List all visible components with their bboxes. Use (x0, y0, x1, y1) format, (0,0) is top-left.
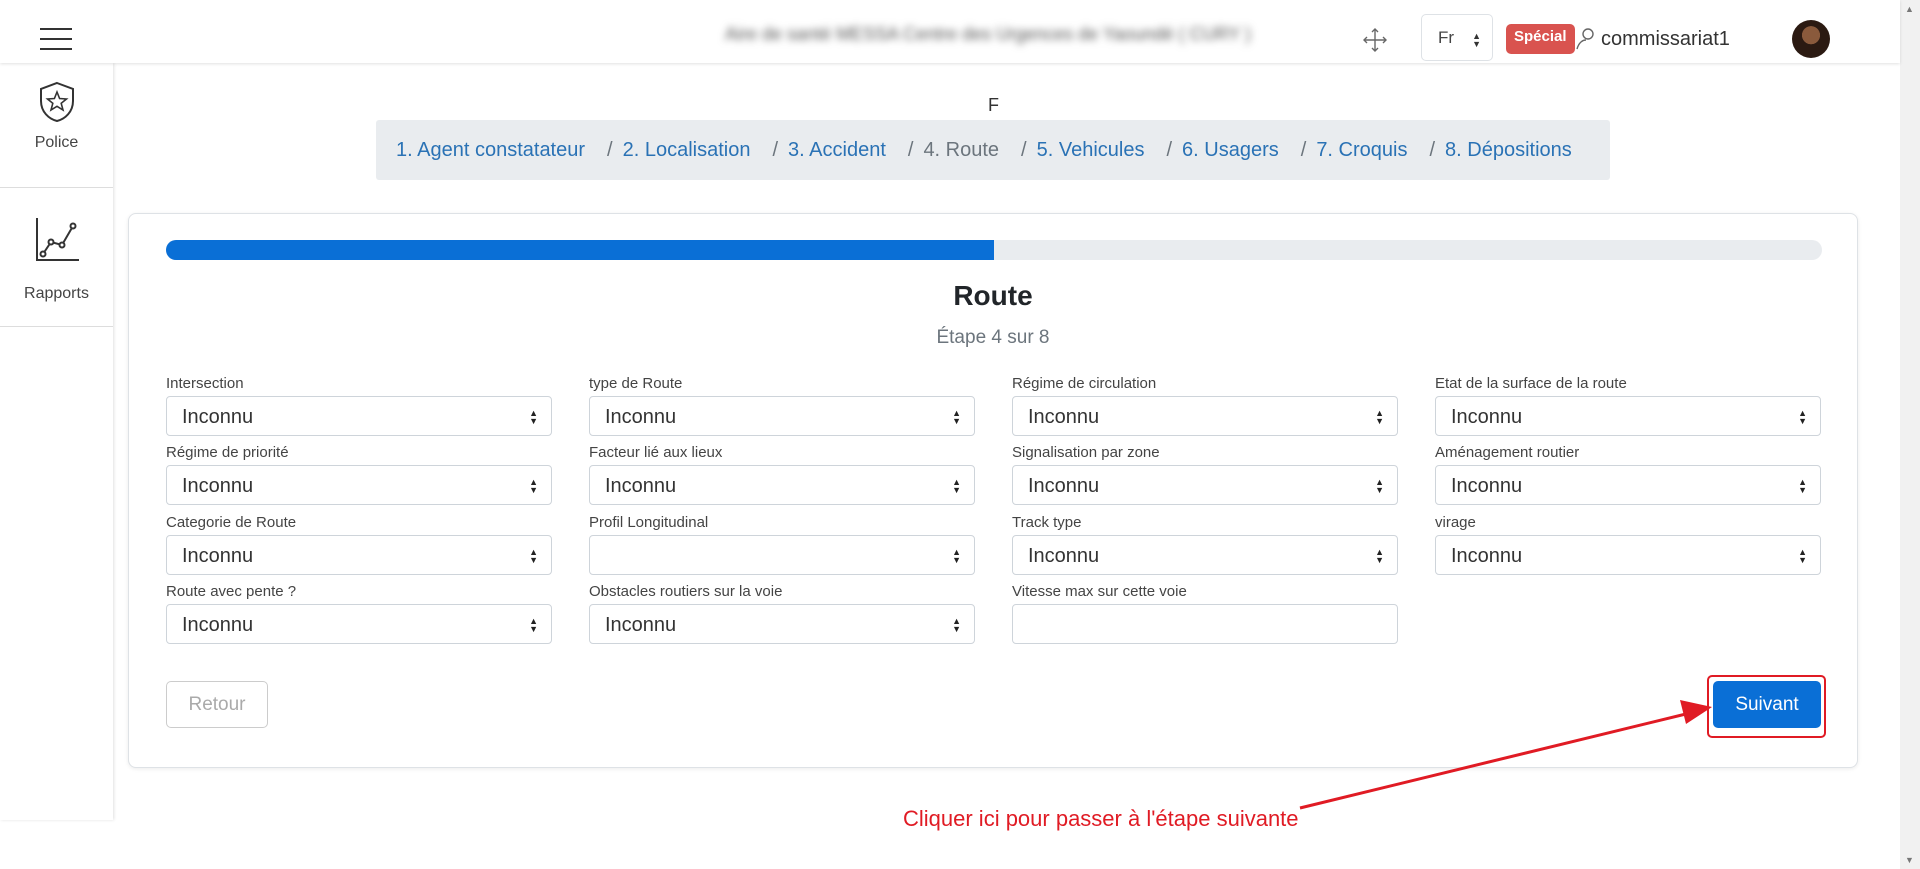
hamburger-menu-icon[interactable] (40, 28, 72, 50)
field-label: Signalisation par zone (1012, 444, 1160, 461)
select-arrows-icon: ▲ ▼ (529, 408, 538, 426)
line-chart-icon (36, 218, 79, 261)
field-facteur-lieux: Facteur lié aux lieux Inconnu ▲ ▼ (589, 444, 975, 505)
field-label: virage (1435, 514, 1476, 531)
police-badge-icon (40, 81, 74, 123)
select-arrows-icon: ▲ ▼ (1798, 547, 1807, 565)
field-virage: virage Inconnu ▲ ▼ (1435, 514, 1821, 575)
select-arrows-icon: ▲ ▼ (952, 408, 961, 426)
field-label: Régime de priorité (166, 444, 289, 461)
field-regime-de-priorite: Régime de priorité Inconnu ▲ ▼ (166, 444, 552, 505)
select-arrows-icon: ▲ ▼ (1375, 408, 1384, 426)
regime-de-priorite-select[interactable]: Inconnu ▲ ▼ (166, 465, 552, 505)
language-value: Fr (1438, 28, 1455, 47)
top-bar: Aire de santé MESSA Centre des Urgences … (0, 0, 1900, 63)
type-de-route-select[interactable]: Inconnu ▲ ▼ (589, 396, 975, 436)
field-profil-longitudinal: Profil Longitudinal ▲ ▼ (589, 514, 975, 575)
step-subtitle: Étape 4 sur 8 (936, 327, 1050, 348)
breadcrumb-step-6[interactable]: 6. Usagers (1182, 139, 1279, 162)
breadcrumb-step-4-current: 4. Route (923, 138, 1000, 161)
vitesse-max-input[interactable] (1012, 604, 1398, 644)
signalisation-zone-select[interactable]: Inconnu ▲ ▼ (1012, 465, 1398, 505)
field-label: Profil Longitudinal (589, 514, 709, 531)
select-arrows-icon: ▲ ▼ (529, 616, 538, 634)
select-arrows-icon: ▲ ▼ (952, 616, 961, 634)
scroll-down-icon[interactable]: ▼ (1905, 855, 1914, 865)
field-vitesse-max: Vitesse max sur cette voie (1012, 583, 1398, 644)
move-arrows-icon[interactable] (1362, 27, 1388, 53)
field-label: Aménagement routier (1435, 444, 1580, 461)
select-arrows-icon: ▲ ▼ (1798, 477, 1807, 495)
select-arrows-icon: ▲ ▼ (1798, 408, 1807, 426)
sidebar-item-rapports[interactable]: Rapports (0, 188, 113, 327)
progress-fill (166, 240, 994, 260)
progress-bar (166, 240, 1822, 260)
field-obstacles-routiers: Obstacles routiers sur la voie Inconnu ▲ ▼ (589, 583, 975, 644)
sidebar-item-police[interactable]: Police (0, 63, 113, 188)
breadcrumb-step-1[interactable]: 1. Agent constatateur (396, 139, 585, 162)
language-select[interactable]: Fr ▲ ▼ (1421, 14, 1493, 61)
route-pente-select[interactable]: Inconnu ▲ ▼ (166, 604, 552, 644)
field-label: type de Route (589, 375, 683, 392)
field-label: Etat de la surface de la route (1435, 375, 1627, 392)
select-arrows-icon: ▲ ▼ (952, 477, 961, 495)
field-label: Intersection (166, 375, 244, 392)
field-label: Vitesse max sur cette voie (1012, 583, 1187, 600)
select-arrows-icon: ▲ ▼ (1375, 477, 1384, 495)
field-label: Categorie de Route (166, 514, 297, 531)
step-title: Route (953, 280, 1033, 311)
select-arrows-icon: ▲ ▼ (952, 547, 961, 565)
sidebar-item-label: Police (34, 134, 79, 151)
field-amenagement-routier: Aménagement routier Inconnu ▲ ▼ (1435, 444, 1821, 505)
field-type-de-route: type de Route Inconnu ▲ ▼ (589, 375, 975, 436)
intersection-select[interactable]: Inconnu ▲ ▼ (166, 396, 552, 436)
field-intersection: Intersection Inconnu ▲ ▼ (166, 375, 552, 436)
special-badge: Spécial (1506, 24, 1575, 54)
field-label: Facteur lié aux lieux (589, 444, 723, 461)
field-regime-de-circulation: Régime de circulation Inconnu ▲ ▼ (1012, 375, 1398, 436)
select-arrows-icon: ▲ ▼ (529, 477, 538, 495)
site-name: Aire de santé MESSA Centre des Urgences … (725, 24, 1251, 44)
field-track-type: Track type Inconnu ▲ ▼ (1012, 514, 1398, 575)
field-route-pente: Route avec pente ? Inconnu ▲ ▼ (166, 583, 552, 644)
scroll-up-icon[interactable]: ▲ (1905, 4, 1914, 14)
sidebar-item-label: Rapports (24, 285, 89, 302)
select-arrows-icon: ▲ ▼ (1375, 547, 1384, 565)
etat-surface-select[interactable]: Inconnu ▲ ▼ (1435, 396, 1821, 436)
track-type-select[interactable]: Inconnu ▲ ▼ (1012, 535, 1398, 575)
next-button[interactable]: Suivant (1713, 681, 1821, 728)
annotation-text: Cliquer ici pour passer à l'étape suivan… (903, 806, 1299, 831)
breadcrumb-step-2[interactable]: 2. Localisation (623, 139, 751, 162)
breadcrumb: 1. Agent constatateur / 2. Localisation … (376, 120, 1610, 180)
select-arrows-icon: ▲ ▼ (529, 547, 538, 565)
breadcrumb-step-5[interactable]: 5. Vehicules (1037, 139, 1145, 162)
avatar[interactable] (1792, 20, 1830, 58)
field-label: Track type (1012, 514, 1082, 531)
sidebar: Police Rapports (0, 63, 113, 820)
page-letter: F (988, 95, 999, 115)
user-icon (1576, 28, 1594, 50)
scrollbar[interactable]: ▲ ▼ (1900, 0, 1920, 869)
obstacles-routiers-select[interactable]: Inconnu ▲ ▼ (589, 604, 975, 644)
breadcrumb-step-7[interactable]: 7. Croquis (1316, 139, 1407, 162)
breadcrumb-step-3[interactable]: 3. Accident (788, 139, 886, 162)
field-label: Obstacles routiers sur la voie (589, 583, 783, 600)
categorie-route-select[interactable]: Inconnu ▲ ▼ (166, 535, 552, 575)
profil-longitudinal-select[interactable]: ▲ ▼ (589, 535, 975, 575)
back-button[interactable]: Retour (166, 681, 268, 728)
field-categorie-route: Categorie de Route Inconnu ▲ ▼ (166, 514, 552, 575)
virage-select[interactable]: Inconnu ▲ ▼ (1435, 535, 1821, 575)
select-arrows-icon: ▲ ▼ (1472, 31, 1481, 49)
amenagement-routier-select[interactable]: Inconnu ▲ ▼ (1435, 465, 1821, 505)
username[interactable]: commissariat1 (1601, 28, 1730, 51)
field-signalisation-zone: Signalisation par zone Inconnu ▲ ▼ (1012, 444, 1398, 505)
breadcrumb-step-8[interactable]: 8. Dépositions (1445, 139, 1572, 162)
facteur-lieux-select[interactable]: Inconnu ▲ ▼ (589, 465, 975, 505)
form-card: Route Étape 4 sur 8 Intersection Inconnu… (128, 213, 1858, 768)
field-label: Régime de circulation (1012, 375, 1157, 392)
field-label: Route avec pente ? (166, 583, 297, 600)
field-etat-surface: Etat de la surface de la route Inconnu ▲ ▼ (1435, 375, 1821, 436)
regime-de-circulation-select[interactable]: Inconnu ▲ ▼ (1012, 396, 1398, 436)
